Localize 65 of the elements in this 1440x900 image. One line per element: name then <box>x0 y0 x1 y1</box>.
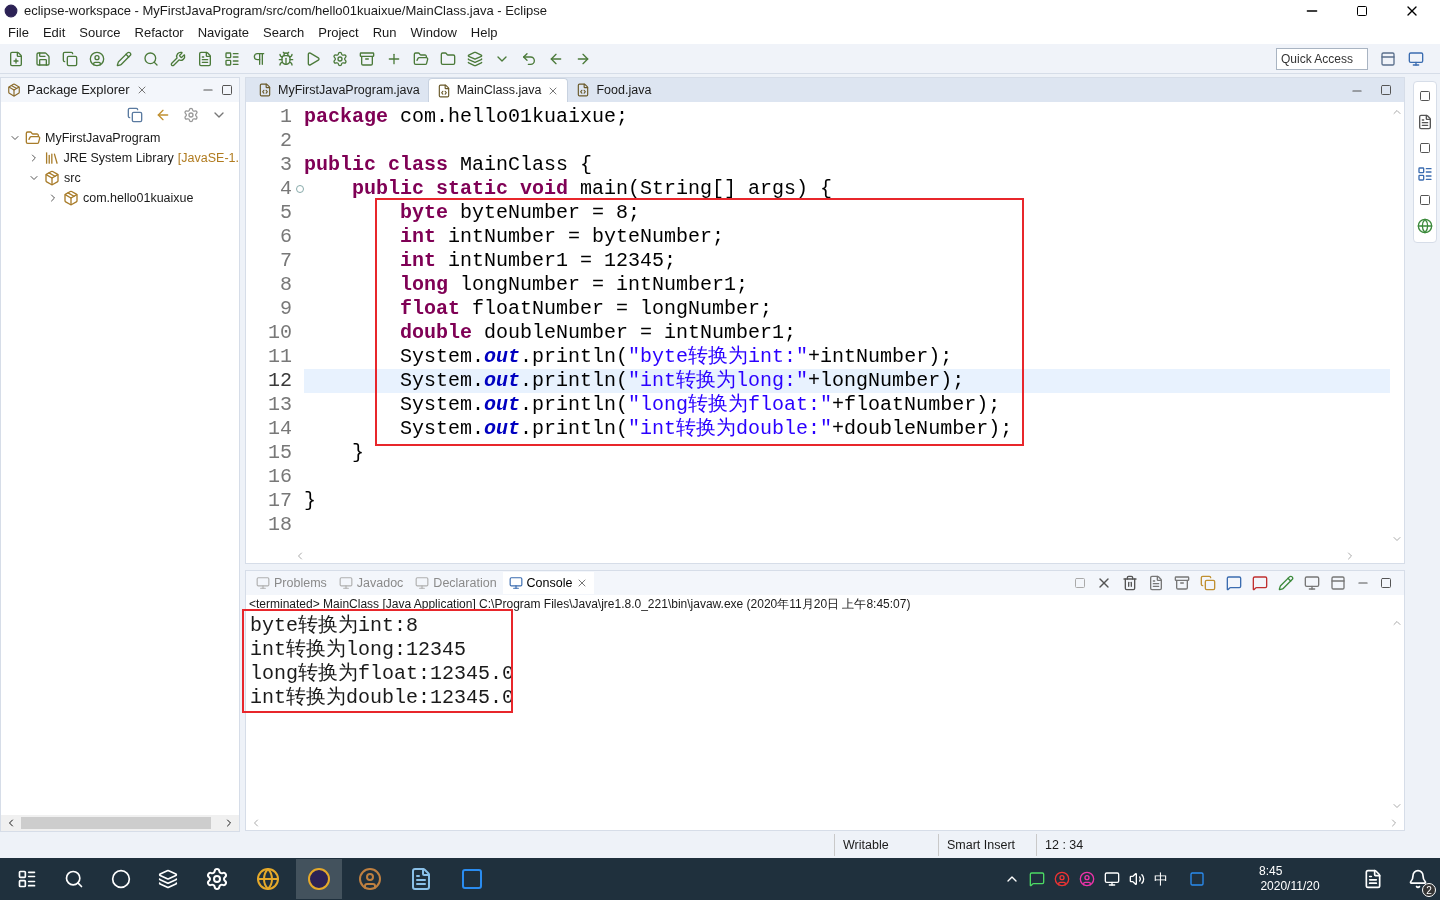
line-number: 15 <box>268 441 292 465</box>
editor-tab[interactable]: MyFirstJavaProgram.java <box>250 78 428 102</box>
line-number: 2 <box>280 129 292 153</box>
tree-item-suffix: [JavaSE-1. <box>177 149 239 167</box>
line-number: 5 <box>280 201 292 225</box>
line-number: 13 <box>268 393 292 417</box>
code-line: public static void main(String[] args) { <box>351 177 834 201</box>
console-output-line: long转换为float:12345.0 <box>250 662 515 686</box>
menu-item[interactable]: File <box>8 23 29 43</box>
console-output-line: byte转换为int:8 <box>250 614 419 638</box>
menu-item[interactable]: Window <box>410 23 457 43</box>
tree-item[interactable]: JRE System Library <box>63 148 174 168</box>
code-line: byte byteNumber = 8; <box>399 201 642 225</box>
line-number: 11 <box>268 345 292 369</box>
console-header: <terminated> MainClass [Java Application] C:\Program Files\Java\jre1.8.0_221\bin\javaw.exe (2020年11月20日 上午8:45:07) <box>248 596 912 613</box>
menu-item[interactable]: Refactor <box>134 23 184 43</box>
menu-item[interactable]: Run <box>372 23 397 43</box>
line-number: 14 <box>268 417 292 441</box>
notification-count: 2 <box>1422 883 1436 897</box>
status-text: 12 : 34 <box>1045 836 1084 854</box>
code-line: long longNumber = intNumber1; <box>399 273 750 297</box>
line-number: 10 <box>268 321 292 345</box>
code-line: } <box>304 489 317 513</box>
line-number: 17 <box>268 489 292 513</box>
line-number: 3 <box>280 153 292 177</box>
menu-item[interactable]: Project <box>318 23 359 43</box>
code-line: int intNumber1 = 12345; <box>399 249 678 273</box>
menu-item[interactable]: Source <box>79 23 121 43</box>
status-text: Smart Insert <box>947 836 1016 854</box>
quick-access-field[interactable]: Quick Access <box>1276 47 1368 70</box>
clock-time[interactable]: 8:45 <box>1259 864 1283 879</box>
view-tab[interactable]: Console <box>502 572 595 594</box>
editor-tab[interactable]: MainClass.java <box>427 78 569 102</box>
line-number: 12 <box>268 369 292 393</box>
code-line: public class MainClass { <box>304 153 594 177</box>
tree-item[interactable]: MyFirstJavaProgram <box>45 128 161 148</box>
status-text: Writable <box>843 836 889 854</box>
console-output-line: int转换为double:12345.0 <box>250 686 515 710</box>
line-number: 8 <box>280 273 292 297</box>
line-number: 7 <box>280 249 292 273</box>
line-number: 18 <box>268 513 292 537</box>
code-line: } <box>351 441 365 465</box>
input-method-indicator[interactable]: 中 <box>1154 868 1168 890</box>
line-number: 6 <box>280 225 292 249</box>
code-line: double doubleNumber = intNumber1; <box>399 321 798 345</box>
editor-tab[interactable]: Food.java <box>568 78 660 102</box>
tree-item[interactable]: src <box>64 168 81 188</box>
code-line: System.out.println("byte转换为int:"+intNumber); <box>399 345 954 369</box>
window-title: eclipse-workspace - MyFirstJavaProgram/src/com/hello01kuaixue/MainClass.java - Eclipse <box>24 2 549 21</box>
tree-item[interactable]: com.hello01kuaixue <box>83 188 194 208</box>
line-number: 16 <box>268 465 292 489</box>
clock-date[interactable]: 2020/11/20 <box>1260 879 1320 894</box>
code-line: int intNumber = byteNumber; <box>399 225 726 249</box>
menu-item[interactable]: Help <box>470 23 498 43</box>
line-number: 9 <box>280 297 292 321</box>
console-output-line: int转换为long:12345 <box>250 638 467 662</box>
line-number: 4 <box>280 177 292 201</box>
menu-item[interactable]: Navigate <box>197 23 249 43</box>
code-line: System.out.println("long转换为float:"+floatNumber); <box>399 393 1002 417</box>
menu-item[interactable]: Search <box>263 23 305 43</box>
code-line: System.out.println("int转换为double:"+doubleNumber); <box>399 417 1014 441</box>
line-number: 1 <box>280 105 292 129</box>
menu-item[interactable]: Edit <box>42 23 66 43</box>
code-line: package com.hello01kuaixue; <box>304 105 630 129</box>
code-line: float floatNumber = longNumber; <box>399 297 774 321</box>
